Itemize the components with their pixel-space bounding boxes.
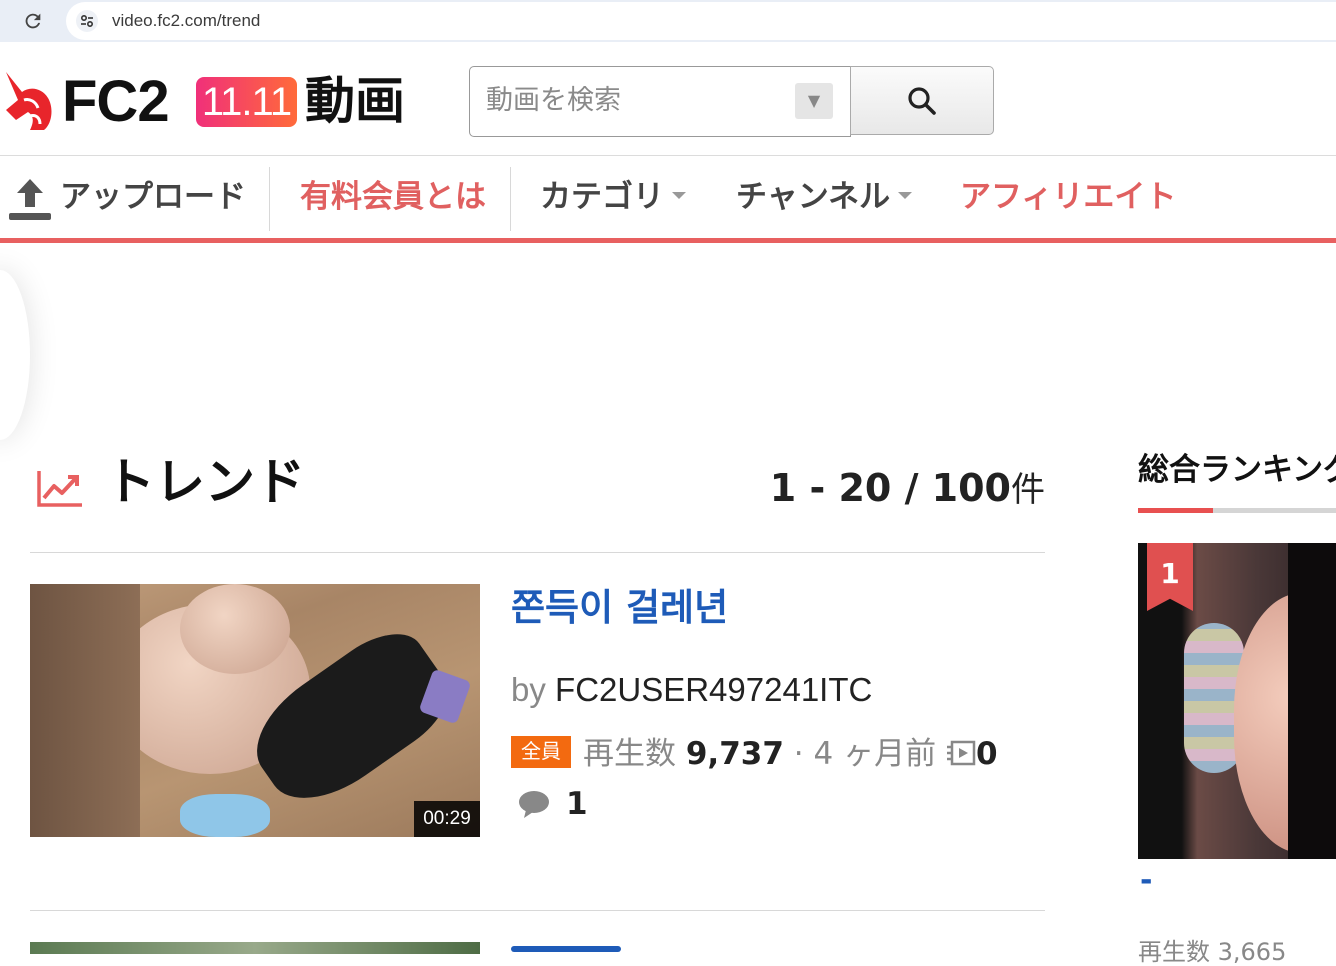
main-nav: アップロード 有料会員とは カテゴリ チャンネル アフィリエイト bbox=[0, 157, 1336, 243]
page-title: トレンド bbox=[105, 453, 305, 511]
result-count: 1 - 20 / 100件 bbox=[770, 464, 1045, 514]
next-video-thumbnail[interactable] bbox=[30, 942, 480, 954]
address-bar[interactable]: video.fc2.com/trend bbox=[66, 2, 1336, 40]
ranking-item-meta: 再生数 3,665 bbox=[1138, 938, 1287, 966]
video-thumbnail[interactable]: 00:29 bbox=[30, 584, 480, 837]
unicorn-logo-icon bbox=[6, 72, 52, 130]
playlist-icon bbox=[946, 740, 976, 765]
video-age: 4 ヶ月前 bbox=[813, 736, 937, 772]
comment-count: 1 bbox=[566, 786, 588, 822]
logo-douga-text: 動画 bbox=[305, 72, 405, 130]
nav-category[interactable]: カテゴリ bbox=[540, 177, 686, 217]
search-button[interactable] bbox=[850, 66, 994, 135]
upload-icon[interactable] bbox=[7, 175, 53, 223]
nav-category-label: カテゴリ bbox=[540, 179, 664, 215]
ranking-item-title[interactable]: - bbox=[1140, 864, 1152, 898]
nav-divider bbox=[510, 167, 511, 231]
site-header: FC2 11.11 動画 動画を検索 ▼ bbox=[0, 50, 1336, 156]
nav-affiliate[interactable]: アフィリエイト bbox=[960, 177, 1176, 217]
nav-divider bbox=[269, 167, 270, 231]
nav-upload[interactable]: アップロード bbox=[60, 177, 246, 217]
logo-fc2-text: FC2 bbox=[62, 69, 170, 134]
ranking-tab-indicator bbox=[1138, 508, 1336, 513]
site-settings-icon[interactable] bbox=[76, 10, 98, 32]
nav-channel[interactable]: チャンネル bbox=[736, 177, 913, 217]
comment-icon bbox=[519, 790, 549, 818]
reload-icon[interactable] bbox=[22, 10, 44, 32]
result-unit: 件 bbox=[1011, 470, 1045, 510]
video-title-link[interactable]: 쫀득이 걸레년 bbox=[511, 584, 728, 632]
ranking-title: 総合ランキング bbox=[1138, 452, 1336, 488]
result-range: 1 - 20 / 100 bbox=[769, 466, 1011, 510]
trend-chart-icon bbox=[37, 471, 82, 507]
search-icon bbox=[908, 87, 936, 115]
side-overlay-edge bbox=[0, 270, 30, 440]
search-form: 動画を検索 ▼ bbox=[469, 66, 994, 137]
video-meta: 全員 再生数 9,737 · 4 ヶ月前 0 bbox=[511, 732, 1045, 776]
logo-event-badge: 11.11 bbox=[196, 77, 297, 127]
views-count: 9,737 bbox=[685, 736, 784, 772]
chevron-down-icon bbox=[672, 192, 686, 199]
video-comments: 1 bbox=[518, 782, 588, 826]
video-duration: 00:29 bbox=[414, 801, 480, 837]
meta-separator: · bbox=[793, 736, 804, 772]
fc2-logo[interactable]: FC2 11.11 動画 bbox=[0, 68, 420, 138]
author-link[interactable]: FC2USER497241ITC bbox=[555, 671, 872, 708]
chevron-down-icon bbox=[898, 192, 913, 199]
next-video-title-link[interactable] bbox=[511, 936, 631, 952]
access-badge: 全員 bbox=[511, 735, 571, 768]
nav-premium[interactable]: 有料会員とは bbox=[300, 177, 486, 217]
trend-header: トレンド 1 - 20 / 100件 bbox=[30, 446, 1045, 553]
playlist-count: 0 bbox=[975, 736, 998, 772]
url-text: video.fc2.com/trend bbox=[112, 11, 261, 30]
nav-channel-label: チャンネル bbox=[736, 179, 891, 215]
video-author: by FC2USER497241ITC bbox=[511, 668, 872, 712]
author-prefix: by bbox=[511, 671, 546, 708]
search-placeholder: 動画を検索 bbox=[486, 85, 621, 116]
views-label: 再生数 bbox=[583, 736, 676, 772]
search-type-dropdown[interactable]: ▼ bbox=[795, 83, 833, 119]
search-input[interactable]: 動画を検索 bbox=[469, 66, 851, 137]
browser-toolbar: video.fc2.com/trend bbox=[0, 0, 1336, 42]
video-list-item: 00:29 쫀득이 걸레년 by FC2USER497241ITC 全員 再生数 … bbox=[30, 584, 1045, 911]
